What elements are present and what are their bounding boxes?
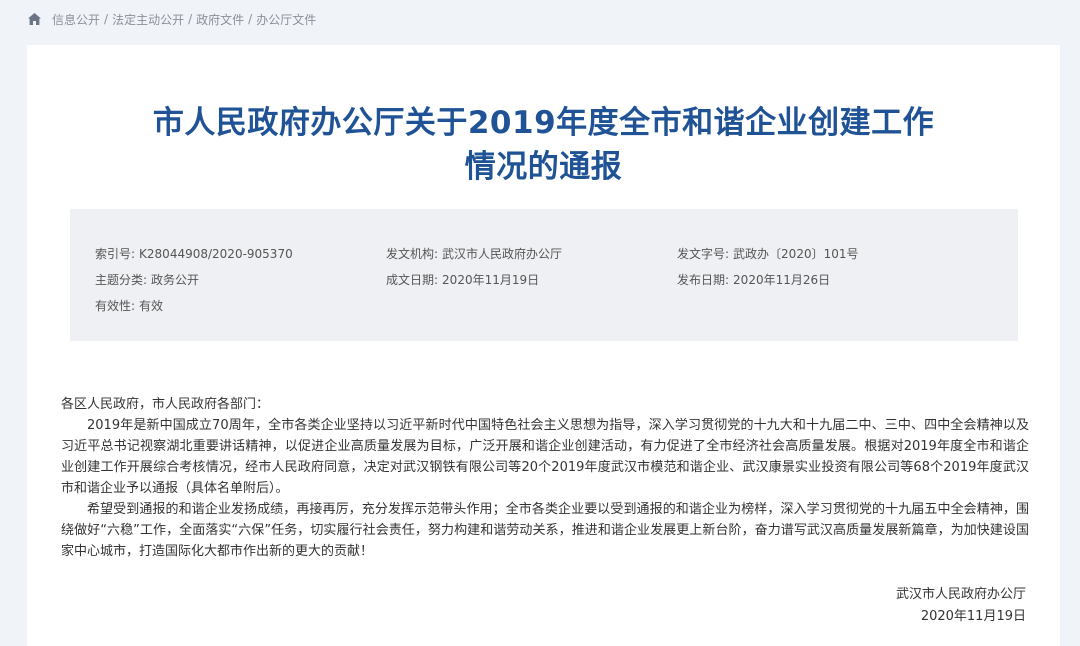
meta-category-value: 政务公开 [151,273,200,287]
meta-index: 索引号: K28044908/2020-905370 [95,246,293,262]
meta-validity-value: 有效 [139,299,164,313]
meta-category: 主题分类: 政务公开 [95,272,199,288]
meta-created-value: 2020年11月19日 [442,273,540,287]
signature-date: 2020年11月19日 [920,609,1026,624]
meta-category-label: 主题分类: [95,273,148,287]
meta-published-date: 发布日期: 2020年11月26日 [677,272,830,288]
page-title: 市人民政府办公厅关于2019年度全市和谐企业创建工作 情况的通报 [87,101,1000,189]
meta-index-label: 索引号: [95,247,136,261]
meta-published-value: 2020年11月26日 [733,273,831,287]
meta-doc-no: 发文字号: 武政办〔2020〕101号 [677,246,859,262]
meta-validity-label: 有效性: [95,299,136,313]
paragraph: 希望受到通报的和谐企业发扬成绩，再接再厉，充分发挥示范带头作用；全市各类企业要以… [61,502,1029,559]
salutation: 各区人民政府，市人民政府各部门： [61,397,270,412]
meta-issuer: 发文机构: 武汉市人民政府办公厅 [386,246,562,262]
meta-issuer-label: 发文机构: [386,247,439,261]
breadcrumb-separator: / [188,12,193,26]
breadcrumb-item-office-docs[interactable]: 办公厅文件 [256,11,316,28]
breadcrumb-item-statutory-public[interactable]: 法定主动公开 [112,11,184,28]
document-metadata: 索引号: K28044908/2020-905370 发文机构: 武汉市人民政府办公… [70,209,1018,341]
title-line-1: 市人民政府办公厅关于2019年度全市和谐企业创建工作 [152,105,935,141]
meta-published-label: 发布日期: [677,273,730,287]
breadcrumb: 信息公开 / 法定主动公开 / 政府文件 / 办公厅文件 [27,8,316,30]
breadcrumb-item-government-docs[interactable]: 政府文件 [196,11,244,28]
breadcrumb-separator: / [104,12,109,26]
meta-validity: 有效性: 有效 [95,298,163,314]
paragraph: 2019年是新中国成立70周年，全市各类企业坚持以习近平新时代中国特色社会主义思… [61,418,1029,496]
breadcrumb-separator: / [248,12,253,26]
meta-doc-no-value: 武政办〔2020〕101号 [733,247,859,261]
meta-index-value: K28044908/2020-905370 [139,247,293,261]
meta-doc-no-label: 发文字号: [677,247,730,261]
home-icon[interactable] [27,12,42,26]
document-body: 各区人民政府，市人民政府各部门： 2019年是新中国成立70周年，全市各类企业坚… [61,394,1029,562]
signature-organization: 武汉市人民政府办公厅 [895,587,1026,602]
meta-created-label: 成文日期: [386,273,439,287]
meta-issuer-value: 武汉市人民政府办公厅 [442,247,563,261]
meta-created-date: 成文日期: 2020年11月19日 [386,272,539,288]
title-line-2: 情况的通报 [464,149,623,185]
breadcrumb-item-info-public[interactable]: 信息公开 [52,11,100,28]
document-card: 市人民政府办公厅关于2019年度全市和谐企业创建工作 情况的通报 索引号: K28… [27,45,1060,646]
